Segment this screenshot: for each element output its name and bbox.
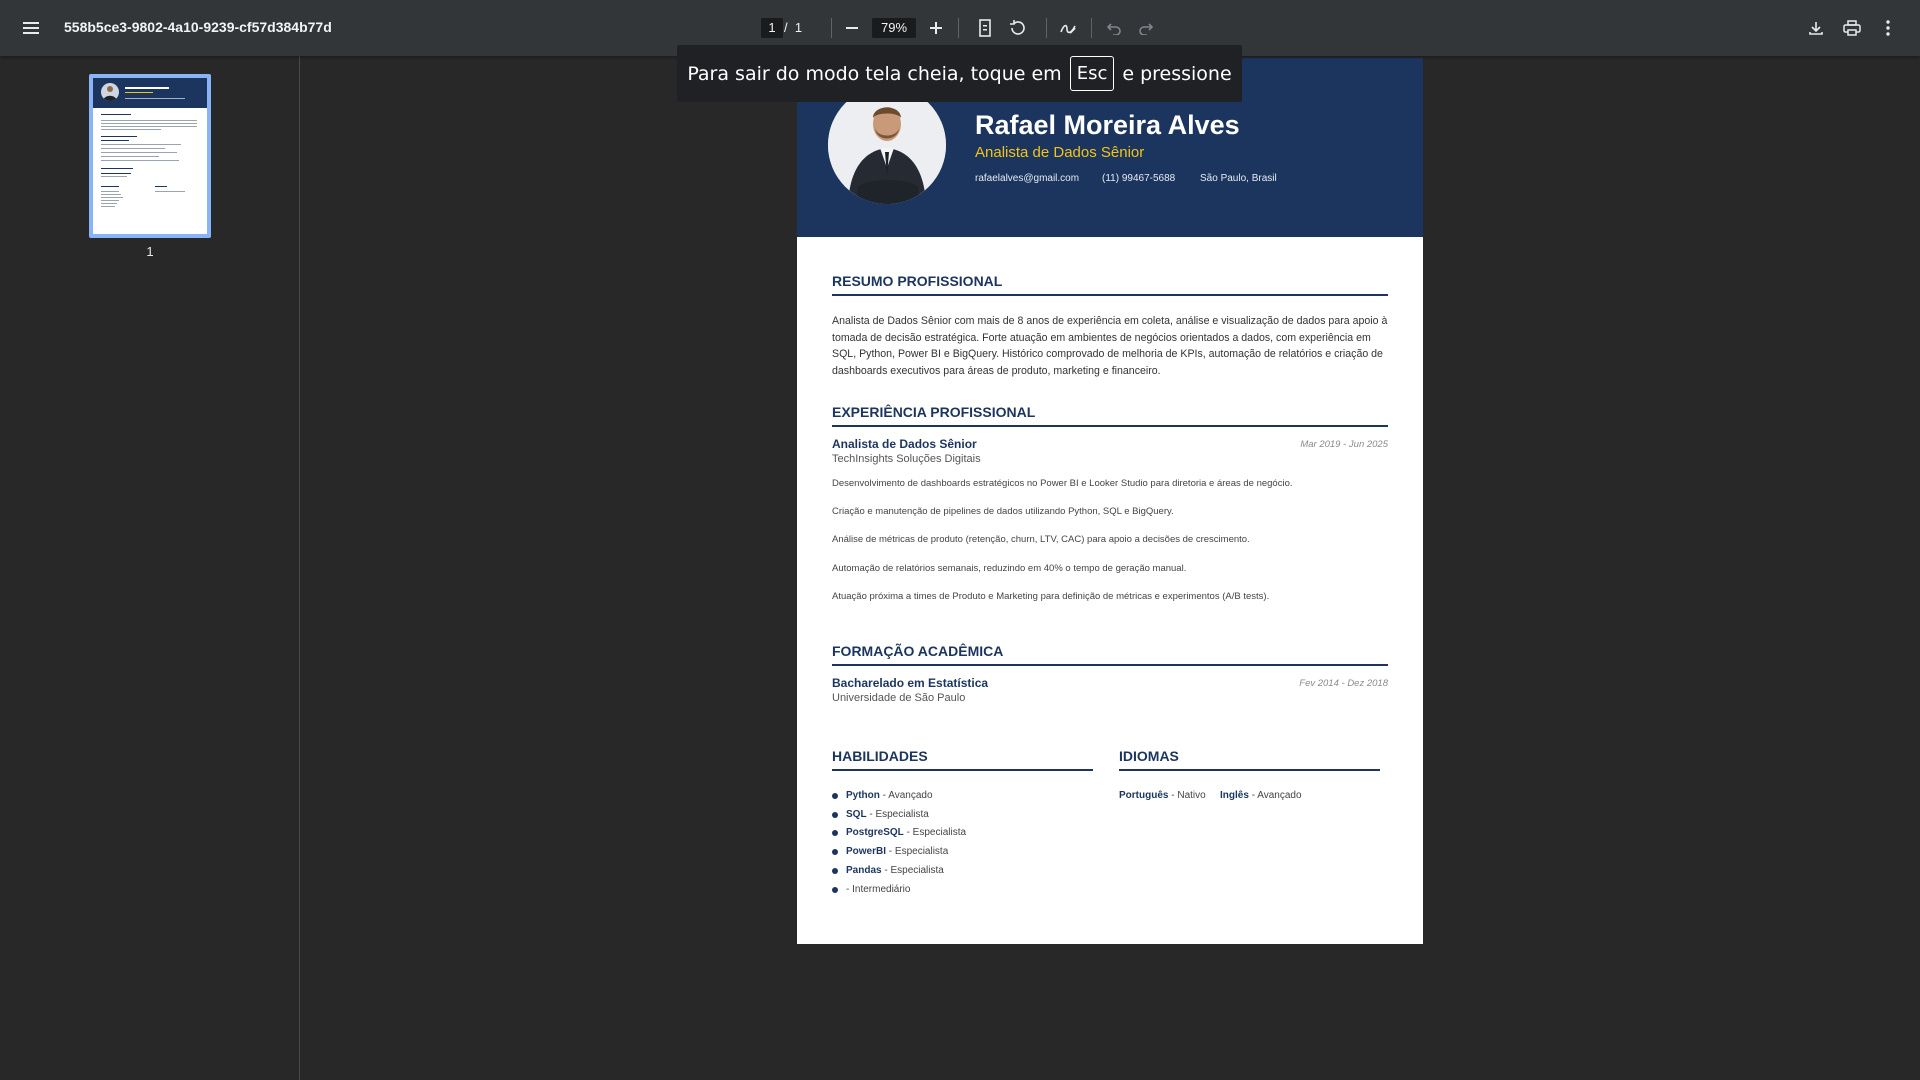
section-rule [832, 425, 1388, 427]
section-title-summary: RESUMO PROFISSIONAL [832, 273, 1003, 289]
annotate-icon[interactable] [1052, 12, 1084, 44]
skill-item: - Intermediário [832, 884, 910, 895]
rotate-icon[interactable] [1001, 12, 1033, 44]
education-school: Universidade de São Paulo [832, 692, 966, 704]
job-bullet: Automação de relatórios semanais, reduzi… [832, 563, 1187, 574]
thumbnail-page-number: 1 [146, 244, 154, 259]
redo-icon[interactable] [1130, 12, 1162, 44]
toolbar-divider [831, 18, 832, 38]
fullscreen-exit-toast: Para sair do modo tela cheia, toque em E… [677, 45, 1242, 102]
job-bullet: Análise de métricas de produto (retenção… [832, 534, 1250, 545]
job-company: TechInsights Soluções Digitais [832, 453, 981, 465]
section-rule [832, 294, 1388, 296]
job-bullet: Desenvolvimento de dashboards estratégic… [832, 478, 1293, 489]
language-item: Português - Nativo [1119, 790, 1206, 801]
toast-text: e pressione [1122, 62, 1232, 85]
thumbnail-sidebar: 1 [0, 56, 300, 1080]
section-rule [832, 664, 1388, 666]
summary-text: Analista de Dados Sênior com mais de 8 a… [832, 315, 1388, 377]
toast-text: Para sair do modo tela cheia, toque em [687, 62, 1062, 85]
document-title: 558b5ce3-9802-4a10-9239-cf57d384b77d [64, 19, 332, 35]
contact-location: São Paulo, Brasil [1200, 173, 1277, 184]
more-icon[interactable] [1872, 12, 1904, 44]
contact-phone: (11) 99467-5688 [1102, 173, 1176, 184]
resume-name: Rafael Moreira Alves [975, 110, 1240, 140]
toolbar-divider [1046, 18, 1047, 38]
job-title: Analista de Dados Sênior [832, 437, 977, 451]
toolbar-divider [1091, 18, 1092, 38]
print-icon[interactable] [1836, 12, 1868, 44]
section-title-skills: HABILIDADES [832, 748, 928, 764]
section-title-languages: IDIOMAS [1119, 748, 1179, 764]
profile-photo [828, 86, 946, 204]
skill-item: Pandas - Especialista [832, 865, 944, 876]
pdf-page: Rafael Moreira Alves Analista de Dados S… [797, 58, 1423, 944]
thumbnail-header [93, 78, 207, 108]
resume-role: Analista de Dados Sênior [975, 144, 1145, 161]
menu-icon[interactable] [16, 12, 48, 44]
contact-email: rafaelalves@gmail.com [975, 173, 1080, 184]
skill-item: PostgreSQL - Especialista [832, 827, 966, 838]
skill-item: PowerBI - Especialista [832, 846, 948, 857]
undo-icon[interactable] [1098, 12, 1130, 44]
page-thumbnail[interactable] [89, 74, 211, 238]
job-dates: Mar 2019 - Jun 2025 [1300, 439, 1388, 450]
job-bullet: Criação e manutenção de pipelines de dad… [832, 506, 1174, 517]
zoom-in-icon[interactable] [920, 12, 952, 44]
skill-item: Python - Avançado [832, 790, 933, 801]
esc-key-hint: Esc [1069, 56, 1115, 91]
education-dates: Fev 2014 - Dez 2018 [1299, 678, 1388, 689]
zoom-input[interactable]: 79% [872, 18, 916, 38]
section-title-education: FORMAÇÃO ACADÊMICA [832, 643, 1004, 659]
page-count: / 1 [784, 20, 803, 35]
skill-item: SQL - Especialista [832, 809, 929, 820]
language-item: Inglês - Avançado [1220, 790, 1302, 801]
section-rule [832, 769, 1093, 771]
download-icon[interactable] [1800, 12, 1832, 44]
toolbar-divider [958, 18, 959, 38]
section-title-experience: EXPERIÊNCIA PROFISSIONAL [832, 404, 1036, 420]
fit-page-icon[interactable] [969, 12, 1001, 44]
section-rule [1119, 769, 1380, 771]
job-bullet: Atuação próxima a times de Produto e Mar… [832, 591, 1270, 602]
page-number-input[interactable]: 1 [761, 18, 783, 38]
education-degree: Bacharelado em Estatística [832, 676, 989, 690]
zoom-out-icon[interactable] [836, 12, 868, 44]
